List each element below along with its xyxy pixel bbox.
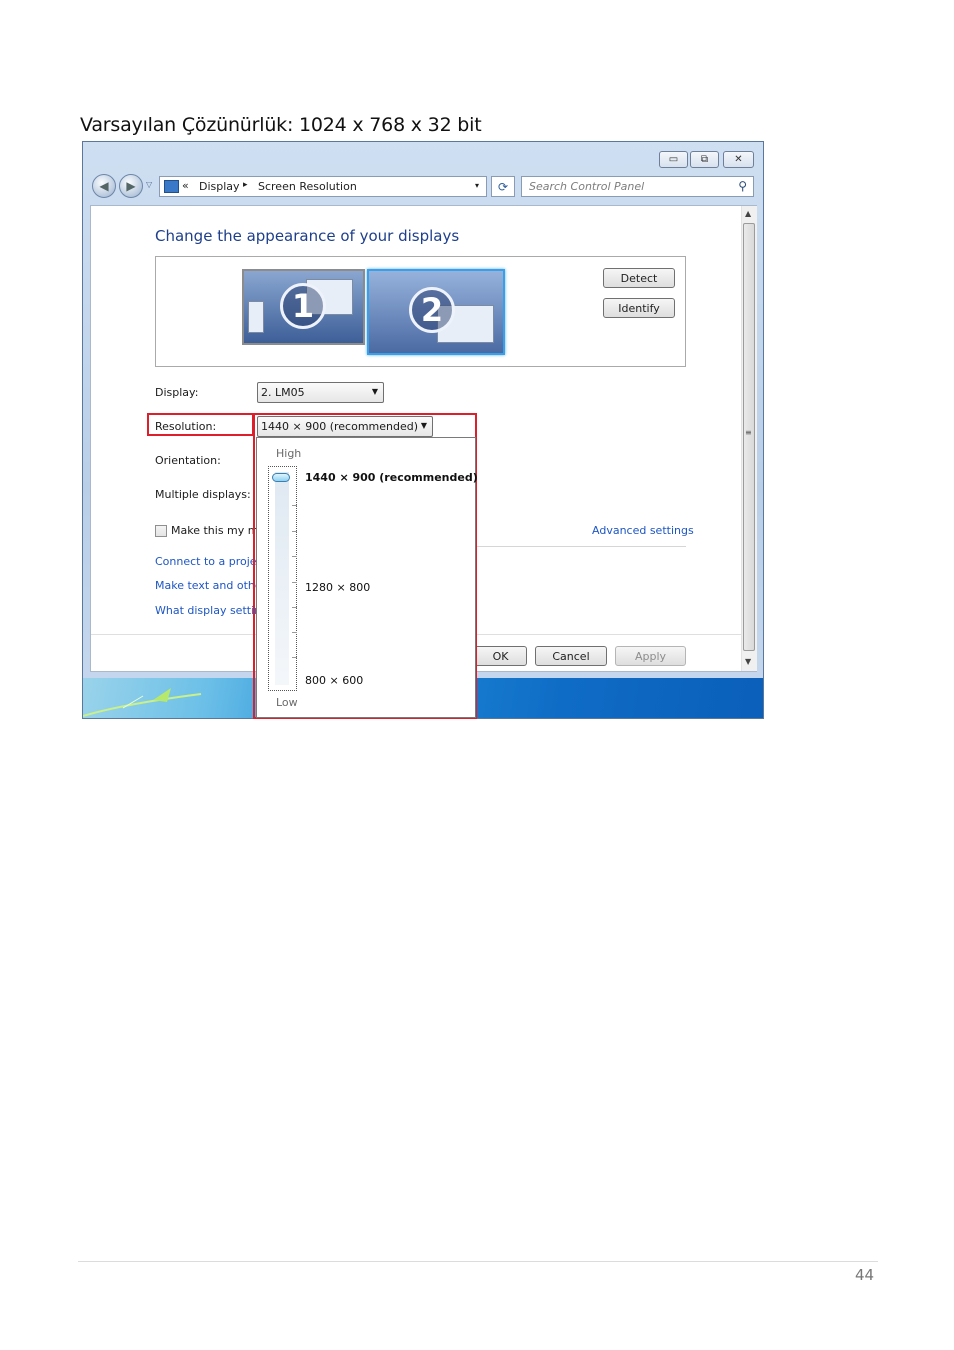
resolution-option-1440x900[interactable]: 1440 × 900 (recommended) xyxy=(305,471,478,484)
slider-tick xyxy=(292,531,297,532)
slider-low-label: Low xyxy=(276,696,298,709)
maximize-button[interactable]: ⧉ xyxy=(690,151,719,168)
resolution-dropdown: High 1440 × 900 (recommended) 1280 × 800… xyxy=(256,437,478,718)
monitor-window-icon xyxy=(248,301,264,333)
resolution-label-highlight xyxy=(147,413,254,436)
recent-pages-chevron-icon[interactable]: ▽ xyxy=(146,180,152,189)
display-select[interactable]: 2. LM05 ▼ xyxy=(257,382,384,403)
resolution-option-800x600[interactable]: 800 × 600 xyxy=(305,674,363,687)
slider-tick xyxy=(292,632,297,633)
footer-rule xyxy=(78,1261,878,1262)
slider-tick xyxy=(292,556,297,557)
document-heading: Varsayılan Çözünürlük: 1024 x 768 x 32 b… xyxy=(80,114,482,136)
wallpaper-leaf-icon xyxy=(83,688,202,717)
display-label: Display: xyxy=(155,386,199,399)
advanced-settings-link[interactable]: Advanced settings xyxy=(592,524,694,537)
refresh-button[interactable]: ⟳ xyxy=(491,176,515,197)
monitor-2[interactable]: 2 xyxy=(367,269,505,355)
refresh-icon: ⟳ xyxy=(497,179,509,194)
slider-tick xyxy=(292,657,297,658)
slider-tick xyxy=(292,582,297,583)
forward-arrow-icon: ▶ xyxy=(126,179,136,193)
breadcrumb-overflow-icon[interactable]: « xyxy=(182,179,189,192)
close-button[interactable]: ✕ xyxy=(723,151,754,168)
slider-high-label: High xyxy=(276,447,302,460)
slider-thumb[interactable] xyxy=(272,473,290,482)
monitor-1[interactable]: 1 xyxy=(242,269,365,345)
scroll-grip-icon: ≡ xyxy=(745,428,752,437)
divider xyxy=(471,546,686,547)
search-input[interactable]: Search Control Panel ⚲ xyxy=(521,176,754,197)
detect-button[interactable]: Detect xyxy=(603,268,675,288)
control-panel-icon xyxy=(164,180,179,193)
ok-button[interactable]: OK xyxy=(474,646,527,666)
minimize-button[interactable]: ▭ xyxy=(659,151,688,168)
chevron-down-icon: ▼ xyxy=(371,387,378,396)
apply-button[interactable]: Apply xyxy=(615,646,686,666)
vertical-scrollbar[interactable]: ▲ ≡ ▼ xyxy=(741,206,757,671)
back-button[interactable]: ◀ xyxy=(92,174,116,198)
monitor-number: 1 xyxy=(280,283,326,329)
page-title: Change the appearance of your displays xyxy=(155,227,460,245)
connect-projector-link[interactable]: Connect to a projec xyxy=(155,555,263,568)
multiple-displays-label: Multiple displays: xyxy=(155,488,251,501)
breadcrumb-separator-icon[interactable]: ▸ xyxy=(243,180,248,190)
slider-tick xyxy=(292,607,297,608)
back-arrow-icon: ◀ xyxy=(99,179,109,193)
breadcrumb-screen-resolution[interactable]: Screen Resolution xyxy=(258,180,357,193)
monitor-preview: 1 2 Detect Identify xyxy=(155,256,686,367)
display-settings-help-link[interactable]: What display settin xyxy=(155,604,261,617)
main-display-checkbox[interactable] xyxy=(155,525,167,537)
page-number: 44 xyxy=(855,1266,875,1284)
display-value: 2. LM05 xyxy=(261,386,305,399)
orientation-label: Orientation: xyxy=(155,454,221,467)
search-icon[interactable]: ⚲ xyxy=(738,179,747,193)
forward-button[interactable]: ▶ xyxy=(119,174,143,198)
breadcrumb-display[interactable]: Display xyxy=(199,180,240,193)
address-dropdown-icon[interactable]: ▾ xyxy=(475,181,479,190)
resolution-option-1280x800[interactable]: 1280 × 800 xyxy=(305,581,370,594)
identify-button[interactable]: Identify xyxy=(603,298,675,318)
search-placeholder: Search Control Panel xyxy=(529,180,645,193)
text-size-link[interactable]: Make text and othe xyxy=(155,579,262,592)
scroll-up-icon[interactable]: ▲ xyxy=(745,209,751,218)
slider-tick xyxy=(292,505,297,506)
main-display-checkbox-label: Make this my m xyxy=(171,524,259,537)
slider-track xyxy=(275,472,289,685)
cancel-button[interactable]: Cancel xyxy=(535,646,607,666)
scroll-down-icon[interactable]: ▼ xyxy=(745,657,751,666)
address-bar[interactable]: « Display ▸ Screen Resolution ▾ xyxy=(159,176,487,197)
monitor-number: 2 xyxy=(409,287,455,333)
scrollbar-thumb[interactable] xyxy=(743,223,755,651)
resolution-slider[interactable] xyxy=(268,466,297,691)
